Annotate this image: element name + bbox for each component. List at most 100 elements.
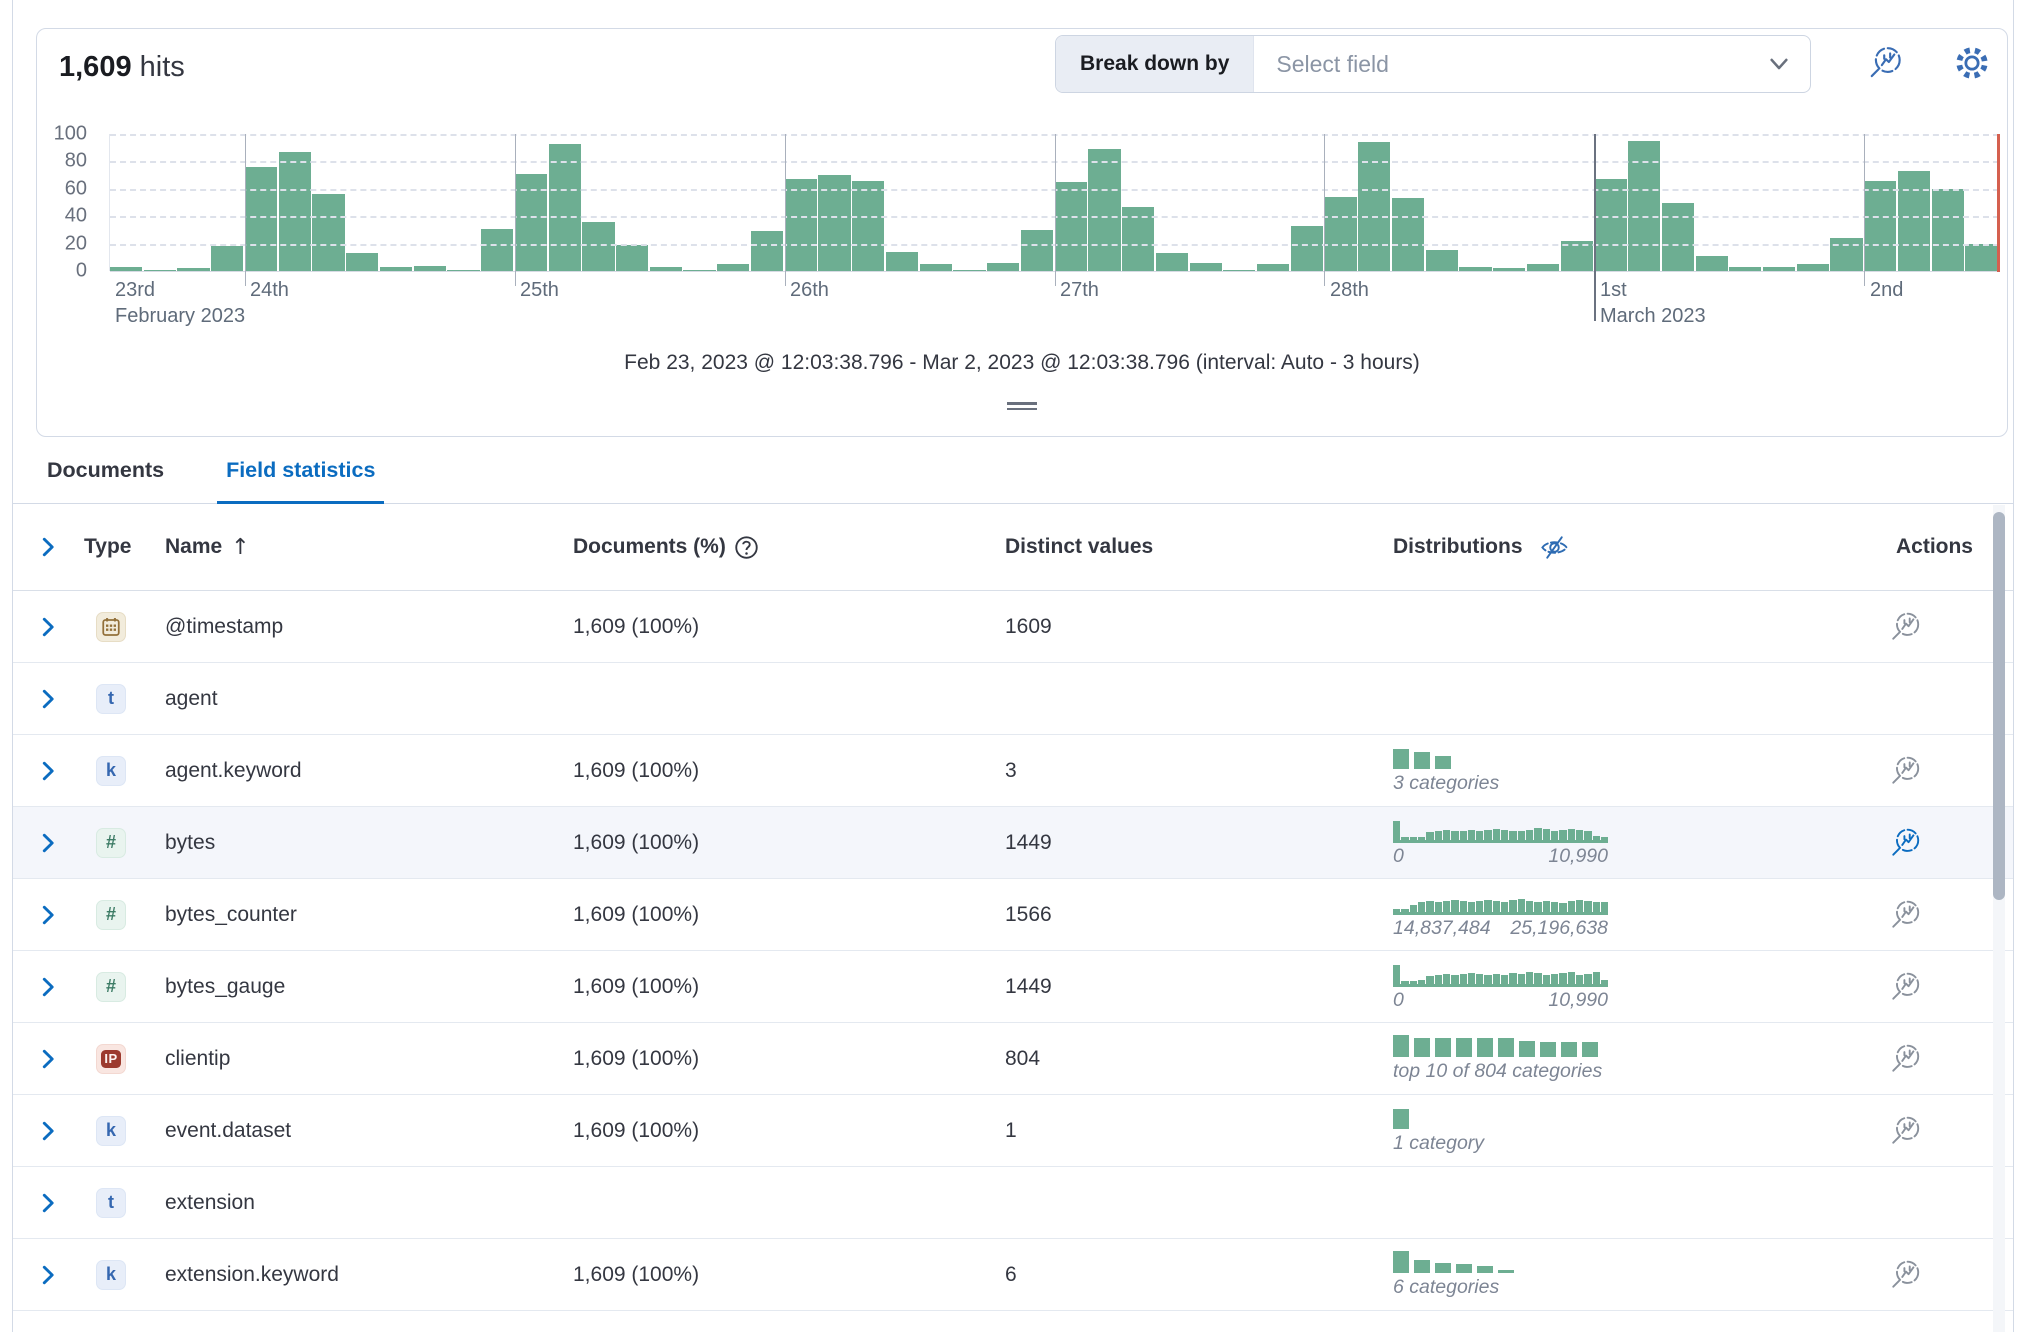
histogram-bar[interactable] (1190, 263, 1222, 271)
histogram-bar[interactable] (1021, 230, 1053, 271)
expand-row-button[interactable] (23, 831, 73, 855)
field-name: extension (148, 1191, 563, 1215)
sparkline-bar (1509, 973, 1516, 984)
histogram-bar[interactable] (785, 179, 817, 271)
tab-field-statistics[interactable]: Field statistics (217, 437, 384, 503)
actions-cell (1855, 752, 2013, 790)
expand-row-button[interactable] (23, 975, 73, 999)
range-max-label: 10,990 (1548, 845, 1608, 868)
histogram-bar[interactable] (1864, 181, 1896, 271)
histogram-bar[interactable] (346, 253, 378, 271)
expand-row-button[interactable] (23, 1119, 73, 1143)
range-min-max-labels: 010,990 (1393, 845, 1608, 868)
expand-all-button[interactable] (23, 535, 73, 559)
histogram-bar[interactable] (852, 181, 884, 271)
expand-row-button[interactable] (23, 1047, 73, 1071)
histogram-bar[interactable] (1055, 182, 1087, 271)
histogram-bar[interactable] (717, 264, 749, 271)
category-distribution: 6 categories (1393, 1250, 1855, 1299)
table-row[interactable]: textension (13, 1167, 2013, 1239)
chevron-right-icon (36, 535, 60, 559)
sparkline-bar (1426, 901, 1433, 912)
field-statistics-action-icon[interactable] (1887, 752, 1925, 790)
field-statistics-action-icon[interactable] (1887, 1256, 1925, 1294)
histogram-bar[interactable] (279, 152, 311, 271)
day-boundary-line (785, 134, 786, 286)
distinct-values: 3 (995, 759, 1385, 783)
histogram-bar[interactable] (1088, 149, 1120, 271)
category-bar (1561, 1042, 1577, 1057)
histogram-bar[interactable] (1662, 203, 1694, 272)
field-statistics-action-icon[interactable] (1887, 1040, 1925, 1078)
range-min-label: 14,837,484 (1393, 917, 1491, 940)
sparkline-bar (1493, 974, 1500, 984)
expand-row-button[interactable] (23, 1263, 73, 1287)
tab-documents[interactable]: Documents (38, 437, 173, 503)
table-row[interactable]: kextension.keyword1,609 (100%)66 categor… (13, 1239, 2013, 1311)
histogram-bar[interactable] (1932, 189, 1964, 271)
histogram-bar[interactable] (582, 222, 614, 271)
range-sparkline (1393, 961, 1608, 987)
histogram-bar[interactable] (481, 229, 513, 271)
histogram-bar[interactable] (1392, 198, 1424, 271)
histogram-bar[interactable] (1696, 256, 1728, 271)
histogram-bar[interactable] (1156, 253, 1188, 271)
column-header-name[interactable]: Name ↑ (148, 535, 563, 560)
table-row[interactable]: #bytes1,609 (100%)1449010,990 (13, 807, 2013, 879)
table-row[interactable]: #bytes_counter1,609 (100%)156614,837,484… (13, 879, 2013, 951)
help-question-icon[interactable] (734, 535, 759, 560)
breakdown-field-select[interactable]: Break down by Select field (1055, 35, 1811, 93)
distribution-cell: 3 categories (1385, 746, 1855, 795)
histogram-bar[interactable] (1797, 264, 1829, 271)
histogram-bar[interactable] (245, 167, 277, 271)
chart-options-icon[interactable] (1865, 42, 1907, 84)
expand-row-button[interactable] (23, 903, 73, 927)
field-statistics-action-icon[interactable] (1887, 968, 1925, 1006)
eye-slash-icon[interactable] (1539, 532, 1570, 563)
histogram-bar[interactable] (920, 264, 952, 271)
histogram-bar[interactable] (1898, 171, 1930, 271)
table-row[interactable]: @timestamp1,609 (100%)1609 (13, 591, 2013, 663)
histogram-bar[interactable] (1527, 264, 1559, 271)
histogram-bar[interactable] (1291, 226, 1323, 271)
histogram-bar[interactable] (616, 245, 648, 271)
distinct-values: 1449 (995, 975, 1385, 999)
sparkline-bar (1526, 972, 1533, 984)
expand-row-button[interactable] (23, 1191, 73, 1215)
histogram-bar[interactable] (1628, 141, 1660, 271)
field-statistics-table: Type Name ↑ Documents (%) Distinct value… (13, 504, 2013, 1332)
field-statistics-action-icon[interactable] (1887, 608, 1925, 646)
day-boundary-line (1055, 134, 1056, 286)
chart-resize-handle[interactable] (1003, 395, 1041, 417)
table-row[interactable]: kagent.keyword1,609 (100%)33 categories (13, 735, 2013, 807)
gear-icon[interactable] (1951, 42, 1993, 84)
expand-row-button[interactable] (23, 615, 73, 639)
sparkline-bar (1584, 901, 1591, 912)
histogram-bar[interactable] (1965, 244, 1997, 271)
field-statistics-action-icon[interactable] (1887, 1112, 1925, 1150)
histogram-bar[interactable] (987, 263, 1019, 271)
histogram-bar[interactable] (1426, 250, 1458, 271)
table-row[interactable]: kevent.dataset1,609 (100%)11 category (13, 1095, 2013, 1167)
sparkline-bar (1418, 837, 1425, 840)
field-name: @timestamp (148, 615, 563, 639)
histogram-bar[interactable] (1324, 197, 1356, 271)
histogram-bar[interactable] (312, 194, 344, 271)
table-row[interactable]: IPclientip1,609 (100%)804top 10 of 804 c… (13, 1023, 2013, 1095)
table-row[interactable]: #bytes_gauge1,609 (100%)1449010,990 (13, 951, 2013, 1023)
hits-summary: 1,609 hits (59, 51, 185, 84)
histogram-bar[interactable] (211, 246, 243, 271)
scrollbar-thumb[interactable] (1993, 512, 2005, 900)
field-statistics-action-icon[interactable] (1887, 896, 1925, 934)
histogram-bar[interactable] (751, 231, 783, 271)
field-statistics-action-icon[interactable] (1887, 824, 1925, 862)
sparkline-bar (1451, 975, 1458, 984)
expand-row-button[interactable] (23, 759, 73, 783)
documents-percent: 1,609 (100%) (563, 831, 995, 855)
sparkline-bar (1559, 903, 1566, 912)
histogram-bar[interactable] (886, 252, 918, 271)
histogram-bar[interactable] (1594, 179, 1626, 271)
histogram-bar[interactable] (1257, 264, 1289, 271)
table-row[interactable]: tagent (13, 663, 2013, 735)
expand-row-button[interactable] (23, 687, 73, 711)
